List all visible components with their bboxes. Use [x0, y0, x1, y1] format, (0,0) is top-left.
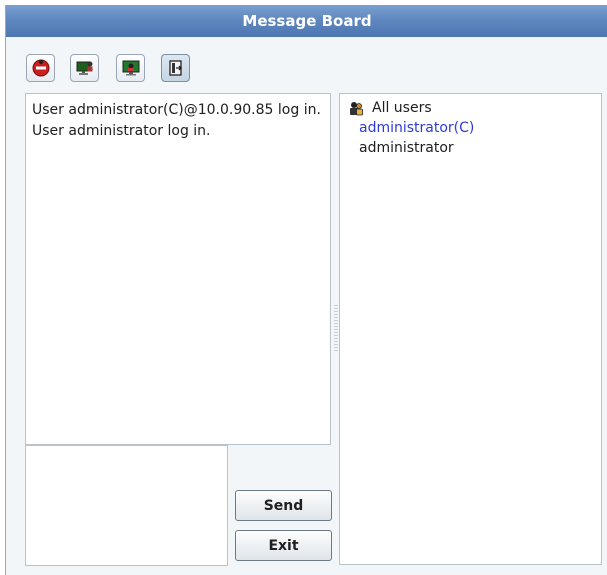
message-board-window: Message Board User administrator(C)@10.0… [5, 5, 607, 575]
user-list-root[interactable]: All users [348, 98, 601, 118]
exit-door-button[interactable] [161, 54, 190, 82]
users-group-icon [350, 102, 363, 116]
stop-button[interactable] [26, 54, 55, 82]
user-monitor-button[interactable] [70, 54, 99, 82]
user-item-administrator[interactable]: administrator [348, 138, 601, 158]
user-list-root-label: All users [372, 100, 432, 116]
display-button[interactable] [116, 54, 145, 82]
message-input[interactable] [25, 445, 228, 566]
send-button[interactable]: Send [235, 490, 332, 521]
display-icon [122, 60, 139, 76]
stop-icon [32, 59, 49, 77]
message-log[interactable]: User administrator(C)@10.0.90.85 log in.… [25, 93, 331, 445]
window-title: Message Board [6, 5, 607, 37]
log-line: User administrator(C)@10.0.90.85 log in. [32, 102, 321, 118]
exit-button[interactable]: Exit [235, 530, 332, 561]
exit-door-icon [168, 60, 182, 76]
log-line: User administrator log in. [32, 123, 211, 139]
user-list[interactable]: All users administrator(C) administrator [339, 93, 602, 565]
user-monitor-icon [76, 61, 92, 75]
splitter-handle[interactable] [334, 305, 338, 351]
user-item-administrator-c[interactable]: administrator(C) [348, 118, 601, 138]
